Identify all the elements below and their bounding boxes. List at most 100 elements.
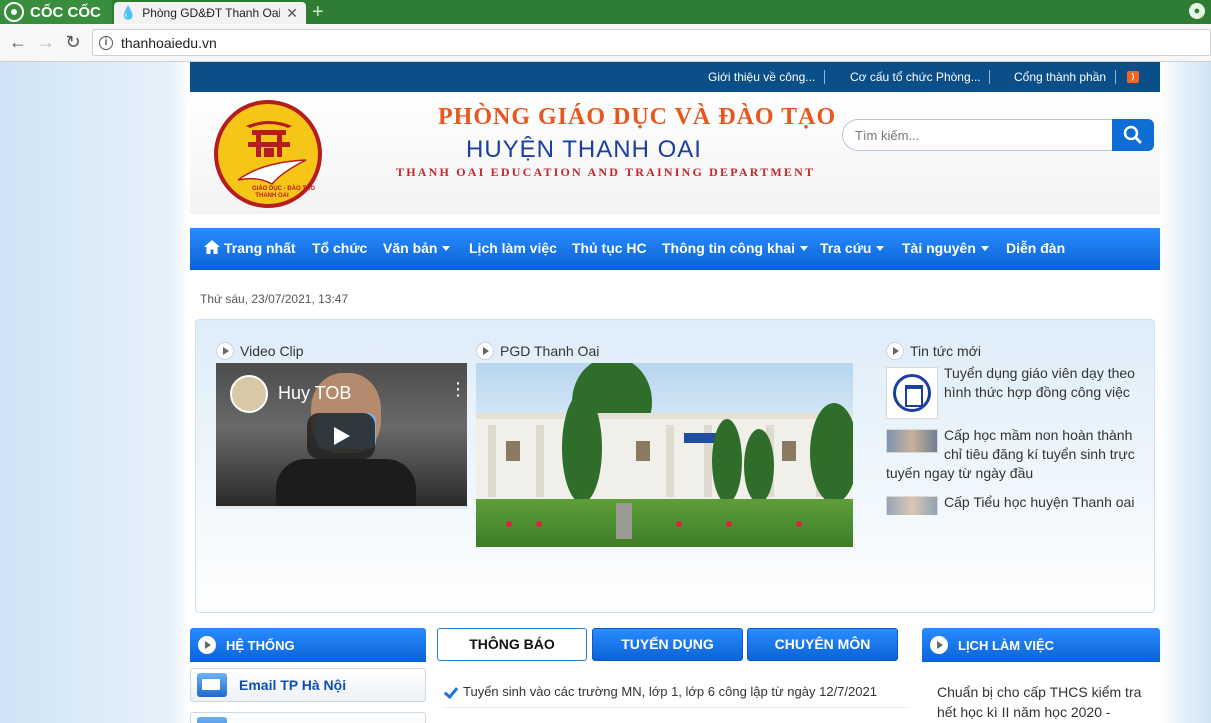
news-thumbnail[interactable] xyxy=(886,496,938,515)
top-link-divider xyxy=(824,70,825,84)
news-item[interactable]: Cấp Tiểu học huyện Thanh oai xyxy=(886,493,1146,515)
photo-tree xyxy=(744,429,774,503)
page-container: Giới thiệu về công... Cơ cấu tổ chức Phò… xyxy=(190,62,1160,723)
menu-item-home[interactable]: Trang nhất xyxy=(204,228,296,270)
top-link-strip: Giới thiệu về công... Cơ cấu tổ chức Phò… xyxy=(190,62,1160,92)
menu-item-admin-procedures[interactable]: Thủ tục HC xyxy=(572,228,647,270)
menu-item-label: Văn bản xyxy=(383,240,438,256)
play-bullet-icon xyxy=(886,342,904,360)
news-item[interactable]: Cấp học mầm non hoàn thành chỉ tiêu đăng… xyxy=(886,426,1146,483)
play-bullet-icon xyxy=(216,342,234,360)
photo-window xyxy=(636,441,650,461)
site-banner: GIÁO DỤC - ĐÀO TẠO THANH OAI PHÒNG GIÁO … xyxy=(190,92,1160,214)
account-icon[interactable]: ● xyxy=(1189,3,1205,19)
photo-tree xyxy=(712,419,742,503)
news-heading-label: Tin tức mới xyxy=(910,343,981,359)
coc-coc-logo-icon xyxy=(4,2,24,22)
photo-flower xyxy=(506,521,512,527)
photo-building xyxy=(476,413,853,499)
checkmark-icon xyxy=(443,685,457,699)
system-box-header: HỆ THỐNG xyxy=(190,628,426,662)
reload-icon[interactable]: ↻ xyxy=(63,32,83,52)
forward-arrow-icon[interactable]: → xyxy=(36,32,56,52)
chevron-down-icon xyxy=(800,246,808,251)
video-thumbnail-body xyxy=(276,459,416,506)
play-bullet-icon xyxy=(198,636,216,654)
site-title-line-1: PHÒNG GIÁO DỤC VÀ ĐÀO TẠO xyxy=(438,104,837,130)
news-item[interactable]: Tuyển dụng giáo viên dạy theo hình thức … xyxy=(886,364,1146,419)
search-icon xyxy=(1123,125,1142,144)
link-icon xyxy=(197,717,227,723)
photo-column xyxy=(666,425,674,497)
site-title-line-2: HUYỆN THANH OAI xyxy=(466,136,702,163)
home-icon xyxy=(204,240,220,254)
photo-heading: PGD Thanh Oai xyxy=(476,342,599,360)
tab-announcements[interactable]: THÔNG BÁO xyxy=(437,628,587,661)
more-options-icon[interactable]: ⋮ xyxy=(449,380,467,398)
photo-heading-label: PGD Thanh Oai xyxy=(500,343,600,359)
photo-tree xyxy=(810,403,853,503)
menu-item-organization[interactable]: Tổ chức xyxy=(312,228,367,270)
main-menu: Trang nhất Tổ chức Văn bản Lịch làm việc… xyxy=(190,228,1160,270)
menu-item-lookup[interactable]: Tra cứu xyxy=(820,228,885,270)
browser-toolbar: ← → ↻ i thanhoaiedu.vn xyxy=(0,24,1211,62)
email-hanoi-label: Email TP Hà Nội xyxy=(239,677,347,693)
schedule-text[interactable]: Chuẩn bị cho cấp THCS kiểm tra hết học k… xyxy=(937,682,1143,722)
top-link-intro[interactable]: Giới thiệu về công... xyxy=(708,70,815,84)
system-link[interactable] xyxy=(190,712,426,723)
site-title-english: THANH OAI EDUCATION AND TRAINING DEPARTM… xyxy=(396,165,816,179)
play-button-icon[interactable] xyxy=(307,413,375,459)
tab-title: Phòng GD&ĐT Thanh Oai xyxy=(142,6,281,20)
browser-tab[interactable]: 💧 Phòng GD&ĐT Thanh Oai ✕ xyxy=(114,2,306,24)
chevron-down-icon xyxy=(980,246,989,251)
chevron-down-icon xyxy=(876,246,885,251)
menu-item-schedule[interactable]: Lịch làm việc xyxy=(469,228,557,270)
tab-close-icon[interactable]: ✕ xyxy=(286,5,298,22)
video-player[interactable]: Huy TOB ⋮ xyxy=(216,363,467,509)
announcement-item-title[interactable]: Tuyển sinh vào các trường MN, lớp 1, lớp… xyxy=(463,684,877,699)
news-item-title[interactable]: Cấp Tiểu học huyện Thanh oai xyxy=(944,494,1134,510)
news-thumbnail[interactable] xyxy=(886,429,938,453)
top-link-structure[interactable]: Cơ cấu tổ chức Phòng... xyxy=(850,70,981,84)
tab-favicon-icon: 💧 xyxy=(120,5,137,20)
news-thumbnail[interactable] xyxy=(886,367,938,419)
search-button[interactable] xyxy=(1112,119,1154,151)
address-bar[interactable]: i thanhoaiedu.vn xyxy=(92,29,1211,56)
current-datetime: Thứ sáu, 23/07/2021, 13:47 xyxy=(200,292,349,306)
back-arrow-icon[interactable]: ← xyxy=(8,32,28,52)
showcase-panel: Video Clip Huy TOB ⋮ PGD Thanh Oai Tin t… xyxy=(195,319,1155,613)
photo-flower xyxy=(726,521,732,527)
top-link-divider xyxy=(989,70,990,84)
play-bullet-icon xyxy=(930,636,948,654)
menu-item-resources[interactable]: Tài nguyên xyxy=(902,228,989,270)
photo-flower xyxy=(796,521,802,527)
search-input[interactable] xyxy=(842,119,1114,151)
news-item-title[interactable]: Tuyển dụng giáo viên dạy theo hình thức … xyxy=(944,365,1135,400)
browser-brand[interactable]: CỐC CỐC xyxy=(0,0,112,24)
menu-item-label: Tra cứu xyxy=(820,240,872,256)
photo-tree xyxy=(562,393,602,503)
page-viewport: Giới thiệu về công... Cơ cấu tổ chức Phò… xyxy=(0,62,1211,723)
channel-avatar[interactable] xyxy=(230,375,268,413)
seal-text-top: GIÁO DỤC - ĐÀO TẠO xyxy=(252,186,315,192)
announcement-item[interactable]: Tuyển sinh vào các trường MN, lớp 1, lớp… xyxy=(443,684,909,708)
rss-icon[interactable]: ) xyxy=(1127,71,1139,83)
menu-item-forum[interactable]: Diễn đàn xyxy=(1006,228,1065,270)
photo-window xyxy=(506,441,520,461)
menu-item-documents[interactable]: Văn bản xyxy=(383,228,451,270)
office-photo[interactable] xyxy=(476,363,853,547)
tab-professional[interactable]: CHUYÊN MÔN xyxy=(747,628,898,661)
department-seal-logo[interactable]: GIÁO DỤC - ĐÀO TẠO THANH OAI xyxy=(214,100,322,208)
seal-text-bottom: THANH OAI xyxy=(255,193,289,199)
site-info-icon[interactable]: i xyxy=(99,35,113,50)
email-hanoi-link[interactable]: Email TP Hà Nội xyxy=(190,668,426,702)
menu-item-label: Trang nhất xyxy=(224,240,296,256)
top-link-portal[interactable]: Cổng thành phần xyxy=(1014,70,1106,84)
tab-recruitment[interactable]: TUYỂN DỤNG xyxy=(592,628,743,661)
browser-tab-bar: CỐC CỐC 💧 Phòng GD&ĐT Thanh Oai ✕ + ● xyxy=(0,0,1211,24)
new-tab-icon[interactable]: + xyxy=(312,1,324,23)
menu-item-label: Tài nguyên xyxy=(902,240,976,256)
photo-column xyxy=(536,425,544,497)
video-channel-title[interactable]: Huy TOB xyxy=(278,383,351,404)
menu-item-public-info[interactable]: Thông tin công khai xyxy=(662,228,808,270)
